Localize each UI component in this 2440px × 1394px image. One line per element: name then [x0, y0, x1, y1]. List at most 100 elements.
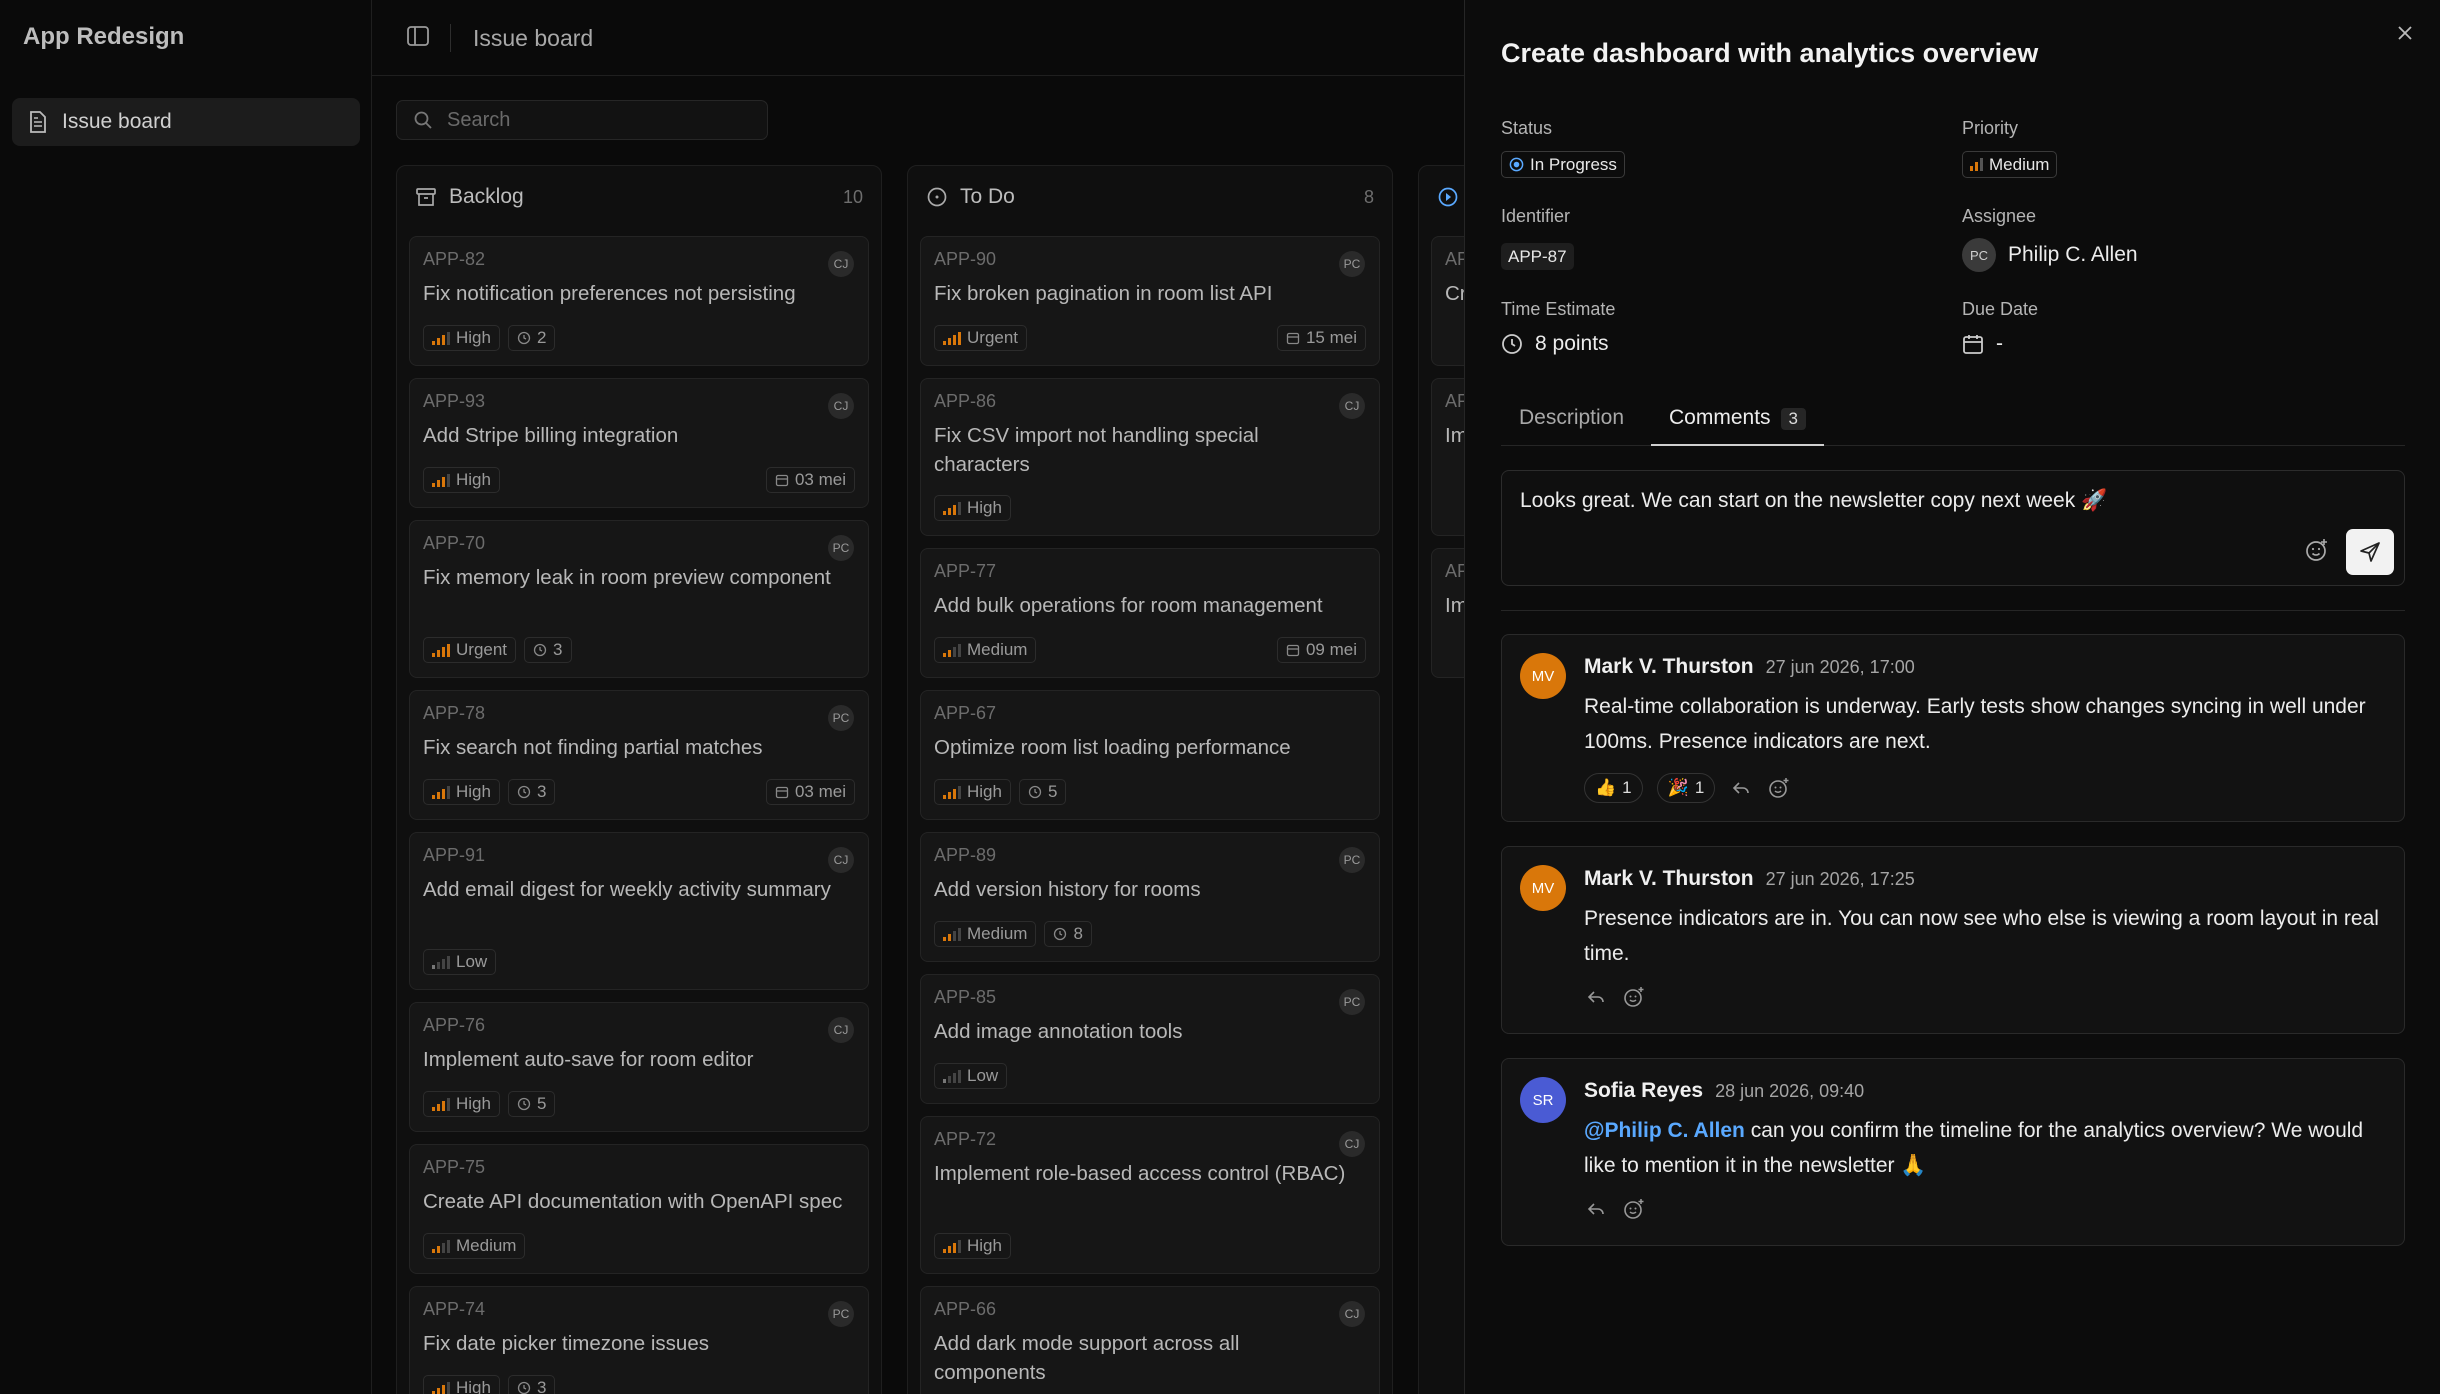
card-tags: High 5: [423, 1091, 556, 1117]
issue-card[interactable]: AP Im: [1431, 548, 1464, 678]
search-input[interactable]: [447, 108, 747, 132]
issue-card[interactable]: APP-86 CJ Fix CSV import not handling spec…: [920, 378, 1380, 536]
issue-id: APP-70: [423, 533, 486, 553]
emoji-add-icon[interactable]: [2304, 537, 2330, 563]
estimate-field[interactable]: 8 points: [1501, 332, 1609, 356]
priority-tag: Medium: [423, 1233, 526, 1259]
avatar: MV: [1520, 865, 1566, 911]
estimate-tag: 3: [524, 637, 572, 663]
issue-card[interactable]: APP-78 PC Fix search not finding partial m…: [409, 690, 869, 820]
issue-card[interactable]: APP-85 PC Add image annotation tools Low: [920, 974, 1380, 1104]
issue-card[interactable]: APP-91 CJ Add email digest for weekly acti…: [409, 832, 869, 990]
issue-id: APP-82: [423, 249, 486, 269]
priority-bars-icon: [943, 1069, 961, 1083]
tab-description[interactable]: Description: [1519, 406, 1624, 446]
comment-time: 27 jun 2026, 17:25: [1765, 869, 1915, 889]
issue-card[interactable]: AP Cr: [1431, 236, 1464, 366]
in-progress-icon: [1437, 186, 1459, 208]
column-count: 8: [1363, 186, 1374, 207]
priority-bars-icon: [432, 1097, 450, 1111]
reply-icon[interactable]: [1729, 776, 1753, 800]
issue-title: Fix date picker timezone issues: [423, 1332, 709, 1355]
avatar: PC: [1339, 251, 1365, 277]
issue-card[interactable]: APP-82 CJ Fix notification preferences not…: [409, 236, 869, 366]
issue-title: Fix search not finding partial matches: [423, 736, 763, 759]
column-count: 10: [842, 186, 863, 207]
tab-comments[interactable]: Comments 3: [1651, 406, 1824, 446]
issue-detail-panel: Create dashboard with analytics overview…: [1464, 0, 2440, 1394]
priority-tag: Urgent: [934, 325, 1028, 351]
due-date-field[interactable]: -: [1962, 332, 2003, 356]
issue-title: Implement auto-save for room editor: [423, 1048, 754, 1071]
issue-card[interactable]: APP-72 CJ Implement role-based access cont…: [920, 1116, 1380, 1274]
card-tags: High: [934, 495, 1011, 521]
search-box[interactable]: [396, 100, 768, 140]
status-label: Status: [1501, 118, 1553, 138]
issue-title: Create API documentation with OpenAPI sp…: [423, 1190, 843, 1213]
issue-title: Add bulk operations for room management: [934, 594, 1323, 617]
priority-tag: Low: [934, 1063, 1008, 1089]
search-icon: [411, 108, 435, 132]
issue-title: Implement role-based access control (RBA…: [934, 1162, 1346, 1185]
reply-icon[interactable]: [1584, 985, 1608, 1009]
issue-card[interactable]: APP-75 Create API documentation with Open…: [409, 1144, 869, 1274]
divider: [1501, 610, 2405, 611]
comment-input[interactable]: Looks great. We can start on the newslet…: [1520, 489, 2107, 513]
issue-id: APP-72: [934, 1129, 997, 1149]
priority-label: Priority: [1962, 118, 2019, 138]
card-tags: High 3: [423, 779, 556, 805]
issue-card[interactable]: APP-70 PC Fix memory leak in room preview …: [409, 520, 869, 678]
close-icon[interactable]: [2394, 22, 2418, 46]
comment-body: Presence indicators are in. You can now …: [1584, 907, 2379, 965]
sidebar-toggle-icon[interactable]: [406, 24, 434, 52]
reaction-chip[interactable]: 🎉 1: [1656, 773, 1716, 803]
issue-card[interactable]: APP-76 CJ Implement auto-save for room edi…: [409, 1002, 869, 1132]
issue-title: Optimize room list loading performance: [934, 736, 1291, 759]
priority-badge[interactable]: Medium: [1962, 151, 2058, 178]
issue-card[interactable]: APP-89 PC Add version history for rooms Med…: [920, 832, 1380, 962]
sidebar-item-issue-board[interactable]: Issue board: [12, 98, 360, 146]
avatar: CJ: [828, 847, 854, 873]
issue-card[interactable]: APP-66 CJ Add dark mode support across all…: [920, 1286, 1380, 1394]
clock-icon: [533, 643, 547, 657]
priority-bars-icon: [432, 643, 450, 657]
comment: MV Mark V. Thurston 27 jun 2026, 17:25 Pres…: [1501, 846, 2405, 1034]
avatar: CJ: [828, 251, 854, 277]
avatar: PC: [1339, 847, 1365, 873]
mention-link[interactable]: @Philip C. Allen: [1584, 1119, 1745, 1142]
issue-id: AP: [1445, 249, 1464, 269]
issue-card[interactable]: APP-93 CJ Add Stripe billing integration Hi…: [409, 378, 869, 508]
issue-card[interactable]: APP-90 PC Fix broken pagination in room li…: [920, 236, 1380, 366]
add-reaction-icon[interactable]: [1622, 985, 1646, 1009]
issue-card[interactable]: APP-74 PC Fix date picker timezone issues H…: [409, 1286, 869, 1394]
issue-title: Add email digest for weekly activity sum…: [423, 878, 831, 901]
avatar: PC: [1339, 989, 1365, 1015]
send-button[interactable]: [2346, 529, 2394, 575]
comment-author: Mark V. Thurston 27 jun 2026, 17:25: [1584, 867, 1915, 890]
comment-composer[interactable]: Looks great. We can start on the newslet…: [1501, 470, 2405, 586]
issue-card[interactable]: APP-67 Optimize room list loading perform…: [920, 690, 1380, 820]
reply-icon[interactable]: [1584, 1197, 1608, 1221]
assignee-field[interactable]: PC Philip C. Allen: [1962, 238, 2138, 272]
estimate-tag: 5: [507, 1091, 556, 1117]
column-in-progress: AP Cr AP Im ed AP Im: [1418, 165, 1464, 1394]
comment-time: 27 jun 2026, 17:00: [1765, 657, 1915, 677]
issue-card[interactable]: AP Im ed: [1431, 378, 1464, 536]
card-tags: Medium: [934, 637, 1037, 663]
card-tags: Medium 8: [934, 921, 1092, 947]
issue-card[interactable]: APP-77 Add bulk operations for room manag…: [920, 548, 1380, 678]
comment: SR Sofia Reyes 28 jun 2026, 09:40 @Philip C…: [1501, 1058, 2405, 1246]
issue-id: APP-89: [934, 845, 997, 865]
detail-tabs: Description Comments 3: [1501, 396, 2405, 446]
card-tags: High: [423, 467, 500, 493]
add-reaction-icon[interactable]: [1622, 1197, 1646, 1221]
estimate-label: Time Estimate: [1501, 299, 1616, 319]
add-reaction-icon[interactable]: [1767, 776, 1791, 800]
estimate-tag: 8: [1044, 921, 1092, 947]
app-title: App Redesign: [23, 23, 185, 50]
status-badge[interactable]: In Progress: [1501, 151, 1625, 178]
avatar: CJ: [828, 393, 854, 419]
reaction-chip[interactable]: 👍 1: [1584, 773, 1643, 803]
assignee-name: Philip C. Allen: [2008, 243, 2138, 266]
issue-title: Fix CSV import not handling special char…: [934, 424, 1259, 476]
